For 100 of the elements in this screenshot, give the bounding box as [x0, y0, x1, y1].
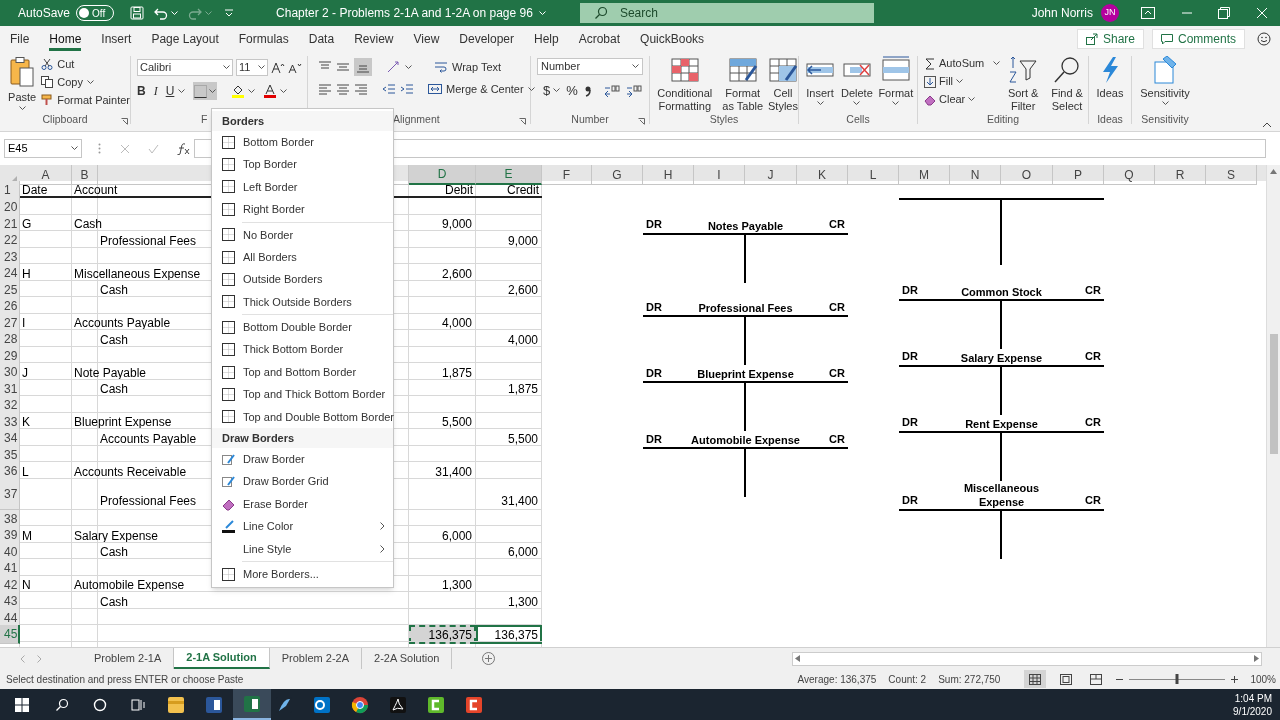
- column-header[interactable]: P: [1053, 165, 1104, 185]
- font-name-field[interactable]: Calibri: [137, 59, 233, 76]
- row-header[interactable]: 37: [0, 478, 20, 510]
- format-button[interactable]: Format: [876, 52, 915, 106]
- column-header[interactable]: R: [1155, 165, 1206, 185]
- ribbon-tab[interactable]: Formulas: [238, 27, 289, 51]
- percent-button[interactable]: %: [566, 81, 578, 101]
- cell-styles-button[interactable]: Cell Styles: [768, 52, 798, 113]
- menu-item[interactable]: Thick Outside Borders: [212, 290, 393, 314]
- sensitivity-button[interactable]: Sensitivity: [1140, 52, 1190, 106]
- horizontal-scrollbar[interactable]: [792, 651, 1262, 666]
- paste-button[interactable]: Paste: [7, 52, 38, 130]
- column-header[interactable]: L: [848, 165, 899, 185]
- ribbon-tab[interactable]: Help: [534, 27, 559, 51]
- menu-item[interactable]: Top and Bottom Border: [212, 360, 393, 384]
- row-header[interactable]: 45: [0, 625, 20, 644]
- column-header[interactable]: F: [542, 165, 592, 185]
- fill-button[interactable]: Fill: [924, 74, 1001, 89]
- ribbon-tab[interactable]: Data: [308, 27, 335, 51]
- currency-button[interactable]: $: [543, 81, 561, 101]
- search-field[interactable]: Search: [579, 3, 874, 23]
- zoom-slider-thumb[interactable]: [1175, 674, 1179, 684]
- name-box[interactable]: E45: [4, 139, 82, 158]
- autosum-button[interactable]: AutoSum: [924, 56, 1001, 71]
- column-header[interactable]: D: [409, 165, 476, 185]
- menu-item[interactable]: Right Border: [212, 198, 393, 221]
- column-header[interactable]: N: [950, 165, 1001, 185]
- windows-start-icon: [15, 697, 29, 712]
- column-header[interactable]: H: [643, 165, 694, 185]
- bottom-align-button[interactable]: [354, 58, 372, 76]
- menu-item[interactable]: Top and Thick Bottom Border: [212, 383, 393, 406]
- menu-item[interactable]: Left Border: [212, 175, 393, 199]
- italic-button[interactable]: I: [153, 82, 158, 100]
- column-header[interactable]: J: [745, 165, 797, 185]
- column-header[interactable]: G: [592, 165, 643, 185]
- ribbon-tab[interactable]: QuickBooks: [640, 27, 705, 51]
- cut-button[interactable]: Cut: [41, 56, 130, 72]
- copy-button[interactable]: Copy: [41, 74, 130, 90]
- conditional-formatting-button[interactable]: Conditional Formatting: [652, 52, 718, 113]
- fill-color-button[interactable]: [231, 84, 256, 98]
- column-header[interactable]: E: [476, 165, 542, 185]
- share-button[interactable]: Share: [1076, 29, 1144, 49]
- taskbar-time[interactable]: 1:04 PM: [1234, 691, 1272, 705]
- caret-icon: [1161, 101, 1169, 106]
- format-as-table-button[interactable]: Format as Table: [719, 52, 766, 113]
- menu-item[interactable]: Line Style: [212, 537, 393, 561]
- vertical-scrollbar[interactable]: [1266, 165, 1280, 647]
- ribbon-tab[interactable]: Developer: [459, 27, 514, 51]
- menu-item[interactable]: Top Border: [212, 153, 393, 176]
- zoom-level[interactable]: 100%: [1250, 671, 1276, 687]
- menu-item[interactable]: Top and Double Bottom Border: [212, 405, 393, 429]
- menu-item[interactable]: No Border: [212, 223, 393, 246]
- column-header[interactable]: Q: [1104, 165, 1155, 185]
- ideas-button[interactable]: Ideas: [1095, 52, 1125, 100]
- borders-button[interactable]: [193, 82, 218, 100]
- menu-item[interactable]: Thick Bottom Border: [212, 338, 393, 361]
- row-header[interactable]: 1: [0, 181, 20, 199]
- column-header[interactable]: S: [1206, 165, 1257, 185]
- delete-button[interactable]: Delete: [841, 52, 873, 106]
- column-header[interactable]: B: [72, 165, 98, 185]
- find-select-button[interactable]: Find & Select: [1046, 52, 1088, 113]
- underline-button[interactable]: U: [165, 82, 186, 100]
- number-format-field[interactable]: Number: [537, 58, 643, 75]
- user-avatar[interactable]: JN: [1101, 4, 1119, 22]
- font-color-button[interactable]: [263, 84, 288, 98]
- menu-item[interactable]: Bottom Border: [212, 131, 393, 154]
- ribbon-tab[interactable]: Insert: [101, 27, 132, 51]
- menu-item[interactable]: Bottom Double Border: [212, 316, 393, 339]
- scrollbar-thumb[interactable]: [1269, 334, 1278, 454]
- merge-center-button[interactable]: Merge & Center: [428, 81, 535, 98]
- column-header[interactable]: K: [797, 165, 848, 185]
- ribbon-tab[interactable]: View: [413, 27, 440, 51]
- column-header[interactable]: M: [899, 165, 950, 185]
- insert-button[interactable]: Insert: [803, 52, 837, 106]
- menu-item[interactable]: Erase Border: [212, 492, 393, 516]
- sheet-tab[interactable]: 2-1A Solution: [174, 648, 270, 669]
- menu-item[interactable]: Line Color: [212, 515, 393, 538]
- format-painter-button[interactable]: Format Painter: [41, 92, 130, 108]
- column-header[interactable]: O: [1001, 165, 1053, 185]
- wrap-text-button[interactable]: Wrap Text: [434, 58, 502, 76]
- ribbon-tab[interactable]: Page Layout: [151, 27, 219, 51]
- column-header[interactable]: A: [20, 165, 72, 185]
- caret-icon: [258, 65, 265, 70]
- comments-button[interactable]: Comments: [1152, 29, 1245, 49]
- bold-button[interactable]: B: [137, 82, 146, 100]
- column-header[interactable]: I: [694, 165, 745, 185]
- font-size-field[interactable]: 11: [236, 59, 268, 76]
- menu-item[interactable]: Draw Border: [212, 448, 393, 471]
- menu-item[interactable]: All Borders: [212, 245, 393, 269]
- normal-view-button[interactable]: [1024, 670, 1047, 688]
- menu-item[interactable]: More Borders...: [212, 563, 393, 586]
- menu-item[interactable]: Draw Border Grid: [212, 470, 393, 493]
- clear-button[interactable]: Clear: [924, 92, 1001, 107]
- comment-icon: [1161, 33, 1173, 45]
- menu-item[interactable]: Outside Borders: [212, 268, 393, 291]
- ribbon-tab[interactable]: File: [10, 27, 30, 51]
- taskbar-date[interactable]: 9/1/2020: [1233, 704, 1272, 718]
- sort-filter-button[interactable]: Sort & Filter: [1002, 52, 1045, 113]
- ribbon-tab[interactable]: Acrobat: [578, 27, 621, 51]
- ribbon-tab[interactable]: Review: [354, 27, 394, 51]
